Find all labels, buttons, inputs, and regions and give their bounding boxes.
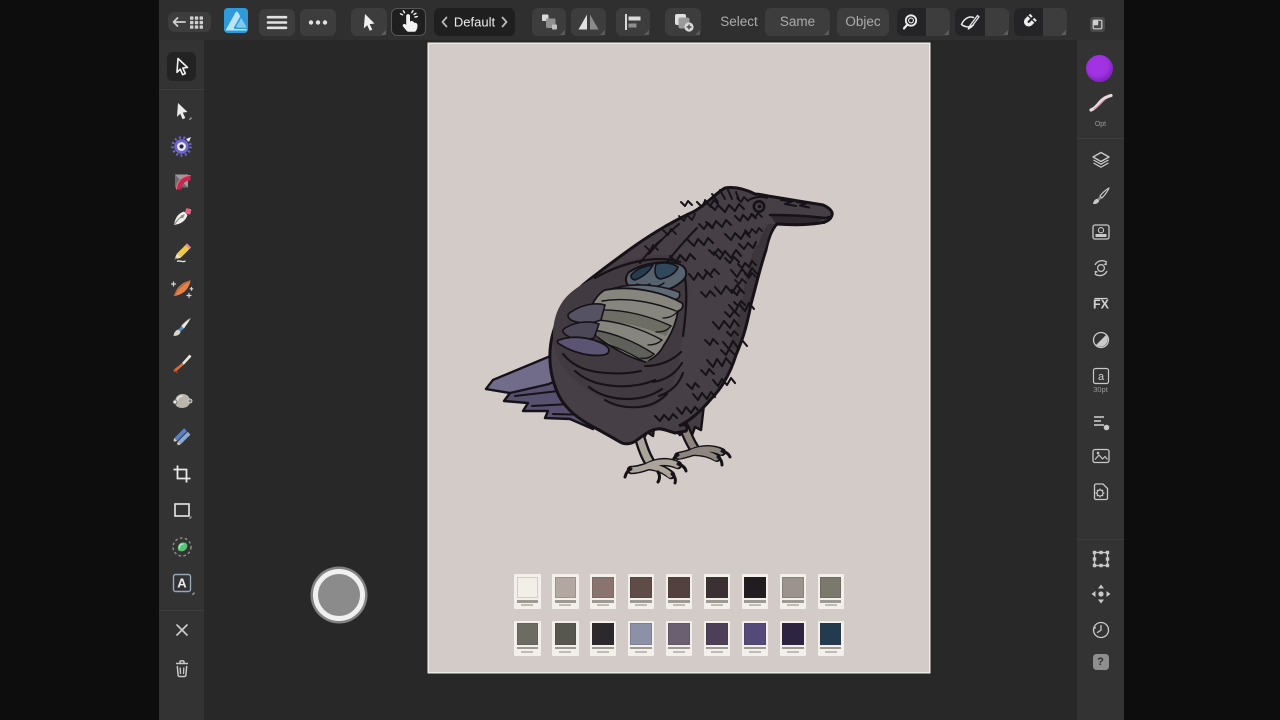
svg-text:FX: FX bbox=[1093, 298, 1110, 312]
svg-text:a: a bbox=[1097, 371, 1104, 383]
svg-text:Default: Default bbox=[454, 15, 496, 30]
svg-text:A: A bbox=[177, 576, 187, 591]
